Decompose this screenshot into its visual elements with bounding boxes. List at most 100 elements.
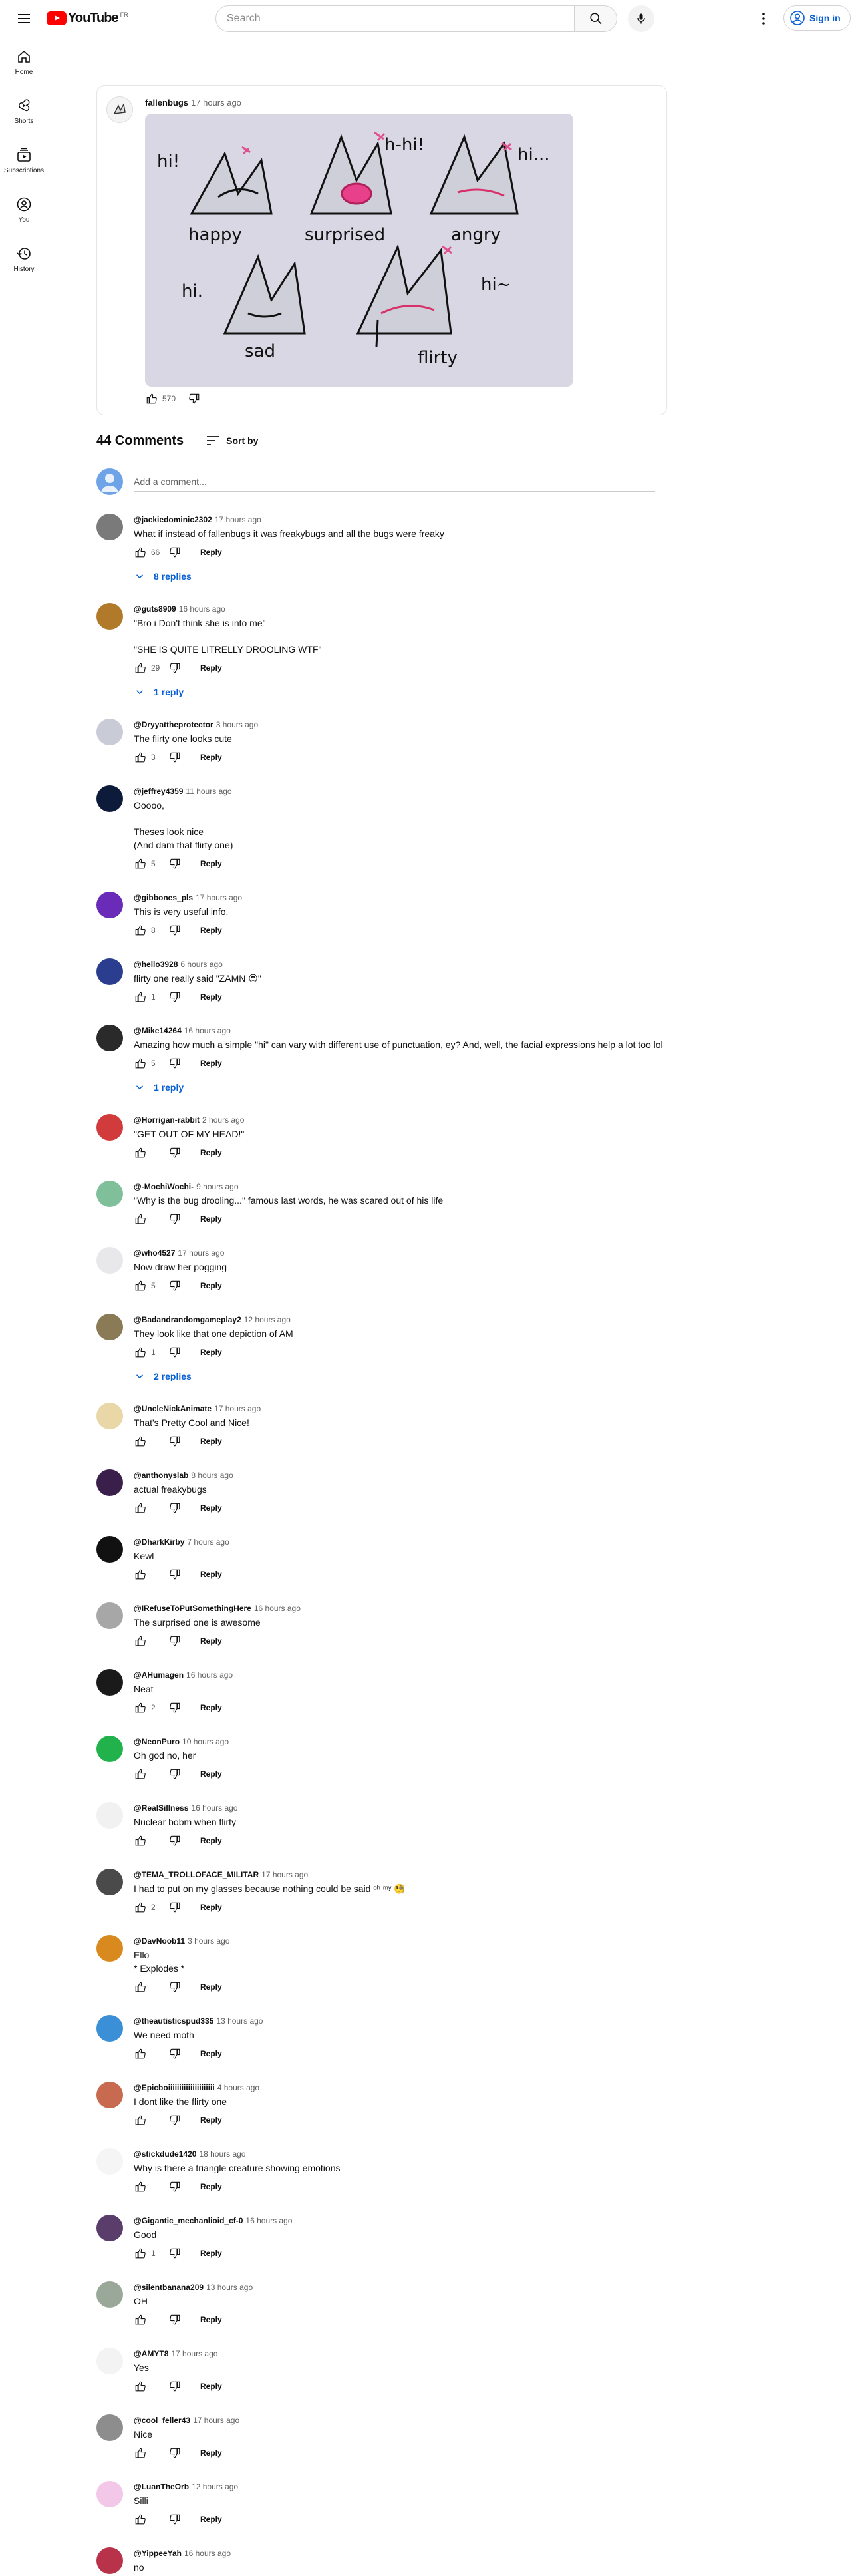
like-button[interactable]: [134, 2446, 147, 2460]
dislike-button[interactable]: [168, 546, 182, 559]
dislike-button[interactable]: [168, 751, 182, 764]
guide-menu-button[interactable]: [11, 5, 37, 32]
dislike-button[interactable]: [168, 1634, 182, 1648]
reply-button[interactable]: Reply: [200, 1214, 222, 1224]
reply-button[interactable]: Reply: [200, 2116, 222, 2125]
comment-author-avatar[interactable]: [96, 958, 123, 985]
like-button[interactable]: [134, 990, 147, 1004]
comment-author-avatar[interactable]: [96, 2481, 123, 2507]
like-button[interactable]: [134, 546, 147, 559]
like-button[interactable]: [134, 1980, 147, 1994]
like-button[interactable]: [134, 857, 147, 870]
comment-author-avatar[interactable]: [96, 1469, 123, 1496]
comment-author[interactable]: @Mike14264: [134, 1026, 182, 1035]
comment-author-avatar[interactable]: [96, 603, 123, 630]
comment-author[interactable]: @Badandrandomgameplay2: [134, 1315, 241, 1324]
reply-button[interactable]: Reply: [200, 1503, 222, 1513]
comment-author-avatar[interactable]: [96, 1181, 123, 1207]
dislike-button[interactable]: [168, 1435, 182, 1448]
reply-button[interactable]: Reply: [200, 2049, 222, 2058]
comment-author-avatar[interactable]: [96, 1736, 123, 1762]
comment-author[interactable]: @Horrigan-rabbit: [134, 1115, 200, 1125]
comment-time[interactable]: 13 hours ago: [216, 2016, 263, 2026]
comment-author[interactable]: @jackiedominic2302: [134, 515, 212, 524]
comment-author[interactable]: @RealSillness: [134, 1803, 188, 1813]
comment-author[interactable]: @UncleNickAnimate: [134, 1404, 212, 1413]
settings-more-button[interactable]: [750, 5, 777, 32]
comment-author-avatar[interactable]: [96, 2547, 123, 2574]
dislike-button[interactable]: [168, 2180, 182, 2193]
reply-button[interactable]: Reply: [200, 2182, 222, 2191]
dislike-button[interactable]: [168, 1901, 182, 1914]
post-author-avatar[interactable]: [106, 96, 133, 123]
dislike-button[interactable]: [168, 2313, 182, 2326]
comment-time[interactable]: 18 hours ago: [199, 2149, 245, 2159]
comment-author[interactable]: @silentbanana209: [134, 2283, 204, 2292]
reply-button[interactable]: Reply: [200, 926, 222, 935]
comment-time[interactable]: 17 hours ago: [215, 515, 261, 524]
like-button[interactable]: [134, 1501, 147, 1515]
comment-author-avatar[interactable]: [96, 1314, 123, 1340]
reply-button[interactable]: Reply: [200, 1348, 222, 1357]
like-button[interactable]: [134, 1701, 147, 1714]
like-button[interactable]: [145, 392, 158, 405]
dislike-button[interactable]: [168, 1701, 182, 1714]
reply-button[interactable]: Reply: [200, 859, 222, 868]
comment-time[interactable]: 16 hours ago: [184, 2549, 231, 2558]
like-button[interactable]: [134, 1901, 147, 1914]
comment-author[interactable]: @jeffrey4359: [134, 787, 183, 796]
comment-author[interactable]: @hello3928: [134, 960, 178, 969]
comment-author[interactable]: @Gigantic_mechanlioid_cf-0: [134, 2216, 243, 2225]
reply-button[interactable]: Reply: [200, 1903, 222, 1912]
like-button[interactable]: [134, 1346, 147, 1359]
post-image[interactable]: hi! happy h-hi! surprised hi... angry hi…: [145, 114, 573, 387]
comment-time[interactable]: 2 hours ago: [202, 1115, 244, 1125]
like-button[interactable]: [134, 1767, 147, 1781]
comment-time[interactable]: 13 hours ago: [206, 2283, 253, 2292]
view-replies-button[interactable]: 8 replies: [134, 567, 682, 586]
like-button[interactable]: [134, 2513, 147, 2526]
comment-author[interactable]: @DavNoob11: [134, 1936, 185, 1946]
dislike-button[interactable]: [168, 2114, 182, 2127]
like-button[interactable]: [134, 1057, 147, 1070]
comment-time[interactable]: 12 hours ago: [244, 1315, 291, 1324]
sign-in-button[interactable]: Sign in: [783, 5, 851, 31]
view-replies-button[interactable]: 1 reply: [134, 1078, 682, 1097]
reply-button[interactable]: Reply: [200, 1281, 222, 1290]
comment-author[interactable]: @gibbones_pls: [134, 893, 193, 902]
dislike-button[interactable]: [168, 1057, 182, 1070]
sort-by-button[interactable]: Sort by: [205, 433, 258, 449]
reply-button[interactable]: Reply: [200, 2515, 222, 2524]
comment-time[interactable]: 7 hours ago: [187, 1537, 229, 1547]
comment-author-avatar[interactable]: [96, 2281, 123, 2308]
comment-author[interactable]: @TEMA_TROLLOFACE_MILITAR: [134, 1870, 259, 1879]
comment-time[interactable]: 17 hours ago: [261, 1870, 308, 1879]
like-button[interactable]: [134, 1435, 147, 1448]
reply-button[interactable]: Reply: [200, 1437, 222, 1446]
reply-button[interactable]: Reply: [200, 1148, 222, 1157]
like-button[interactable]: [134, 2180, 147, 2193]
add-comment-input[interactable]: [134, 474, 655, 492]
comment-author[interactable]: @stickdude1420: [134, 2149, 196, 2159]
comment-time[interactable]: 11 hours ago: [186, 787, 231, 796]
like-button[interactable]: [134, 924, 147, 937]
dislike-button[interactable]: [168, 1767, 182, 1781]
like-button[interactable]: [134, 1279, 147, 1292]
comment-time[interactable]: 8 hours ago: [191, 1471, 233, 1480]
comment-author[interactable]: @NeonPuro: [134, 1737, 180, 1746]
reply-button[interactable]: Reply: [200, 2315, 222, 2324]
comment-author[interactable]: @who4527: [134, 1248, 175, 1258]
dislike-button[interactable]: [168, 990, 182, 1004]
comment-author-avatar[interactable]: [96, 2082, 123, 2108]
comment-author-avatar[interactable]: [96, 1536, 123, 1563]
comment-time[interactable]: 17 hours ago: [214, 1404, 261, 1413]
reply-button[interactable]: Reply: [200, 1836, 222, 1845]
dislike-button[interactable]: [168, 1980, 182, 1994]
reply-button[interactable]: Reply: [200, 1570, 222, 1579]
youtube-logo[interactable]: YouTube FR: [47, 11, 128, 26]
comment-author-avatar[interactable]: [96, 1935, 123, 1962]
comment-author[interactable]: @theautisticspud335: [134, 2016, 214, 2026]
comment-author[interactable]: @anthonyslab: [134, 1471, 188, 1480]
comment-time[interactable]: 17 hours ago: [196, 893, 242, 902]
like-button[interactable]: [134, 1146, 147, 1159]
